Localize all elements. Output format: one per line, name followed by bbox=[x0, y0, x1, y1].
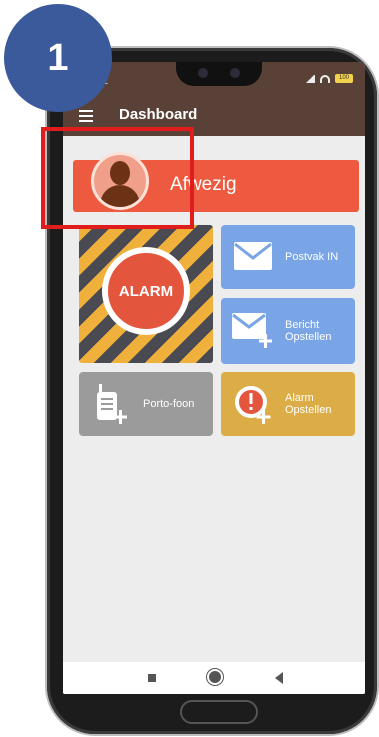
home-icon[interactable] bbox=[209, 671, 221, 683]
alarm-opstellen-label: Alarm Opstellen bbox=[285, 392, 332, 416]
bericht-label: Bericht Opstellen bbox=[285, 319, 332, 343]
wifi-icon bbox=[320, 74, 330, 83]
page-title: Dashboard bbox=[119, 106, 198, 123]
porto-foon-tile[interactable]: Porto-foon bbox=[79, 372, 213, 436]
postvak-label: Postvak IN bbox=[285, 251, 339, 263]
envelope-plus-icon bbox=[232, 313, 272, 348]
hamburger-menu-icon[interactable] bbox=[79, 110, 93, 125]
alarm-opstellen-tile[interactable]: Alarm Opstellen bbox=[221, 372, 355, 436]
envelope-icon bbox=[234, 242, 272, 270]
bericht-opstellen-tile[interactable]: Bericht Opstellen bbox=[221, 298, 355, 364]
alarm-tile[interactable]: ALARM bbox=[79, 225, 213, 363]
alert-plus-icon bbox=[235, 386, 271, 424]
highlight-box bbox=[41, 127, 194, 229]
recent-apps-icon[interactable] bbox=[148, 674, 156, 682]
android-nav-bar bbox=[63, 662, 365, 694]
porto-label: Porto-foon bbox=[143, 398, 195, 410]
battery-icon: 100 bbox=[335, 74, 353, 83]
step-badge: 1 bbox=[4, 4, 112, 112]
camera-icon bbox=[230, 68, 240, 78]
back-icon[interactable] bbox=[275, 672, 283, 684]
signal-icon bbox=[305, 74, 315, 83]
walkie-talkie-plus-icon bbox=[97, 384, 127, 424]
alarm-button[interactable]: ALARM bbox=[102, 247, 190, 335]
camera-notch bbox=[176, 62, 262, 86]
postvak-in-tile[interactable]: Postvak IN bbox=[221, 225, 355, 289]
system-icons: 100 bbox=[305, 74, 353, 83]
hardware-home-button[interactable] bbox=[180, 700, 258, 724]
camera-icon bbox=[198, 68, 208, 78]
